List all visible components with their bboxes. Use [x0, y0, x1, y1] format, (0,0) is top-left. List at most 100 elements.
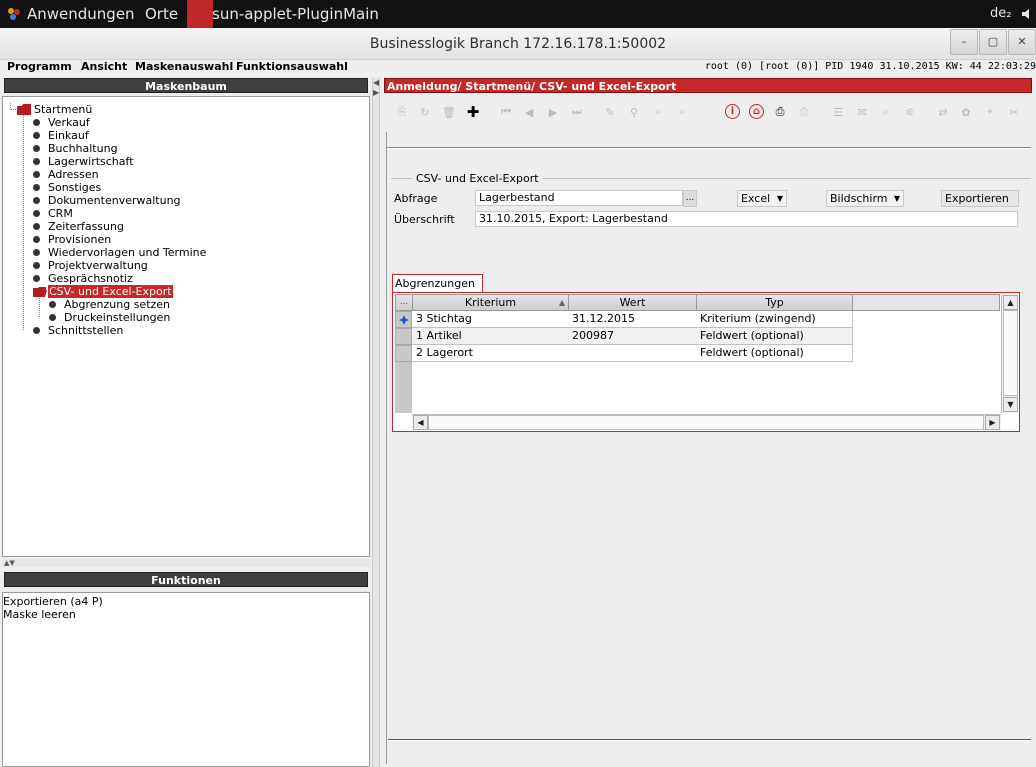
refresh-icon[interactable]: ↻	[417, 104, 433, 120]
ueberschrift-label: Überschrift	[394, 213, 455, 226]
abfrage-browse-button[interactable]: ...	[683, 190, 697, 207]
row-header-filler	[395, 362, 412, 413]
keyboard-layout[interactable]: de₂	[990, 6, 1011, 21]
target-select-value: Bildschirm	[830, 192, 888, 205]
scroll-thumb[interactable]	[428, 415, 984, 430]
active-application[interactable]: sun-applet-PluginMain	[187, 0, 379, 28]
cell-typ[interactable]: Feldwert (optional)	[696, 328, 853, 345]
applications-menu[interactable]: Anwendungen	[27, 5, 135, 23]
tag-icon[interactable]: ⌖	[982, 104, 998, 120]
criteria-table: ... Kriterium ▲ Wert Typ 3 Stichtag 31.1…	[392, 292, 1020, 432]
row-header[interactable]	[395, 345, 412, 362]
column-header-kriterium[interactable]: Kriterium ▲	[412, 294, 569, 311]
close-button[interactable]: ✕	[1008, 29, 1036, 55]
cell-typ[interactable]: Kriterium (zwingend)	[696, 311, 853, 328]
last-record-icon[interactable]: ⏭	[569, 104, 585, 120]
minimize-button[interactable]: –	[950, 29, 978, 55]
export-icon[interactable]: ⎙	[772, 104, 788, 120]
tab-abgrenzungen[interactable]: Abgrenzungen	[392, 274, 483, 292]
tree-item-label: Zeiterfassung	[48, 220, 124, 233]
toolbar-divider	[386, 147, 1031, 149]
places-menu[interactable]: Orte	[145, 5, 178, 23]
bullet-icon	[33, 171, 40, 178]
cell-wert[interactable]	[568, 345, 697, 362]
first-record-icon[interactable]: ⏮	[498, 104, 514, 120]
column-header-label: Kriterium	[464, 296, 517, 309]
mail-icon[interactable]: ✉	[854, 104, 870, 120]
left-splitter[interactable]: ▲▼	[2, 559, 370, 567]
function-export[interactable]: Exportieren (a4 P)	[3, 595, 103, 608]
column-header-filler	[852, 294, 1000, 311]
tree-item-label: Adressen	[48, 168, 99, 181]
add-icon[interactable]: ✚	[465, 103, 481, 121]
applications-icon[interactable]	[6, 6, 22, 22]
function-clear-mask[interactable]: Maske leeren	[3, 608, 76, 621]
search-next-icon[interactable]: ⌕	[674, 104, 690, 120]
home-icon[interactable]: ⌂	[749, 104, 764, 119]
bullet-icon	[33, 119, 40, 126]
tools-icon[interactable]: ✂	[1006, 104, 1022, 120]
expand-right-icon[interactable]: ▶	[373, 88, 379, 97]
volume-icon[interactable]	[1020, 6, 1036, 22]
tree-root-label: Startmenü	[34, 103, 93, 116]
scroll-right-icon[interactable]: ▶	[985, 415, 1000, 430]
previous-record-icon[interactable]: ◀	[521, 104, 537, 120]
cell-kriterium[interactable]: 2 Lagerort	[412, 345, 569, 362]
tree-item-label: Abgrenzung setzen	[64, 298, 171, 311]
export-button[interactable]: Exportieren	[941, 190, 1019, 207]
tree-item-label: Sonstiges	[48, 181, 102, 194]
bullet-icon	[33, 249, 40, 256]
format-select[interactable]: Excel ▼	[737, 190, 787, 207]
search-icon[interactable]: ⌕	[650, 104, 666, 120]
active-app-indicator	[187, 0, 213, 28]
window-titlebar: Businesslogik Branch 172.16.178.1:50002 …	[0, 28, 1036, 60]
delete-icon[interactable]: 🗑	[441, 104, 457, 120]
scroll-up-icon[interactable]: ▲	[1003, 295, 1018, 310]
mask-tree-header: Maskenbaum	[4, 78, 368, 93]
mask-bottom-divider	[388, 739, 1031, 741]
menu-maskenauswahl[interactable]: Maskenauswahl	[135, 60, 233, 73]
menu-funktionsauswahl[interactable]: Funktionsauswahl	[236, 60, 348, 73]
abfrage-field[interactable]: Lagerbestand	[475, 190, 683, 206]
collapse-left-icon[interactable]: ◀	[373, 78, 379, 87]
bullet-icon	[33, 223, 40, 230]
menu-ansicht[interactable]: Ansicht	[81, 60, 127, 73]
tree-item-label: CRM	[48, 207, 73, 220]
list-icon[interactable]: ☰	[830, 104, 846, 120]
ueberschrift-field[interactable]: 31.10.2015, Export: Lagerbestand	[475, 211, 1018, 227]
cell-wert[interactable]: 200987	[568, 328, 697, 345]
functions-header: Funktionen	[4, 572, 368, 587]
zoom-icon[interactable]: ⌕	[878, 104, 894, 120]
scroll-left-icon[interactable]: ◀	[413, 415, 428, 430]
pane-splitter[interactable]: ◀ ▶	[372, 78, 380, 767]
cell-wert[interactable]: 31.12.2015	[568, 311, 697, 328]
info-icon[interactable]: i	[725, 104, 740, 119]
vertical-scrollbar[interactable]: ▲ ▼	[1001, 294, 1018, 413]
cell-kriterium[interactable]: 1 Artikel	[412, 328, 569, 345]
edit-icon[interactable]: ✎	[602, 104, 618, 120]
column-header-typ[interactable]: Typ	[696, 294, 853, 311]
abfrage-label: Abfrage	[394, 192, 438, 205]
palette-icon[interactable]: ✿	[958, 104, 974, 120]
target-select[interactable]: Bildschirm ▼	[826, 190, 904, 207]
next-record-icon[interactable]: ▶	[545, 104, 561, 120]
sync-icon[interactable]: ⇄	[935, 104, 951, 120]
tree-item-label: Wiedervorlagen und Termine	[48, 246, 207, 259]
table-corner[interactable]: ...	[395, 294, 413, 311]
scroll-down-icon[interactable]: ▼	[1003, 397, 1018, 412]
menu-programm[interactable]: Programm	[7, 60, 72, 73]
print-icon[interactable]: ⎙	[796, 104, 812, 120]
copy-icon[interactable]: ⎘	[394, 104, 410, 120]
tree-item-label: Dokumentenverwaltung	[48, 194, 181, 207]
row-header[interactable]	[395, 328, 412, 345]
scroll-thumb[interactable]	[1003, 310, 1018, 396]
maximize-button[interactable]: ▢	[979, 29, 1007, 55]
horizontal-scrollbar[interactable]: ◀ ▶	[412, 414, 1001, 430]
link-icon[interactable]: ⚲	[626, 104, 642, 120]
column-header-wert[interactable]: Wert	[568, 294, 697, 311]
row-header[interactable]	[395, 311, 412, 328]
filter-icon[interactable]: ⚟	[902, 104, 918, 120]
bullet-icon	[49, 301, 56, 308]
cell-kriterium[interactable]: 3 Stichtag	[412, 311, 569, 328]
cell-typ[interactable]: Feldwert (optional)	[696, 345, 853, 362]
